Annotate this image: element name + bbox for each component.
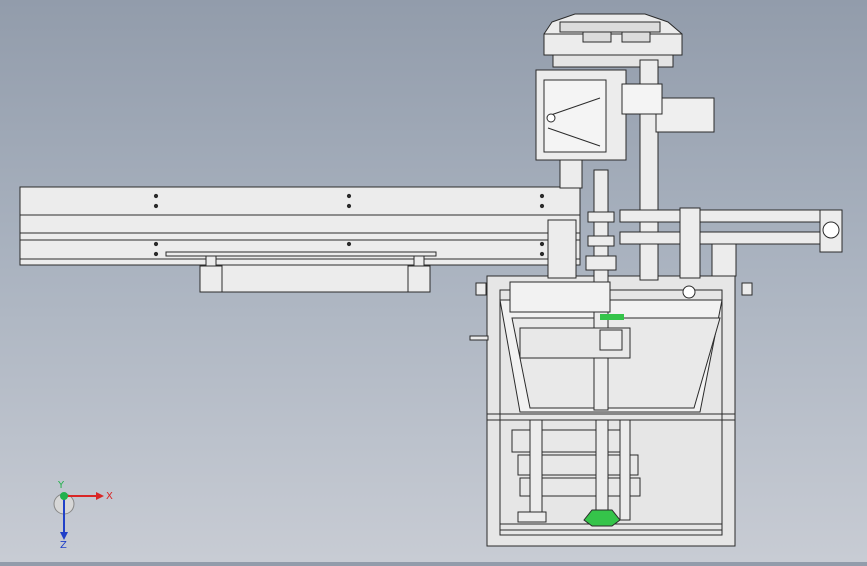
y-axis-dot [60,492,68,500]
coordinate-triad: X Y Z [40,478,120,551]
z-axis-label: Z [60,540,67,548]
x-axis-label: X [106,491,113,502]
cad-viewport[interactable]: X Y Z [0,0,867,562]
y-axis-label: Y [57,480,65,491]
conveyor-rail[interactable] [19,186,581,266]
machine-assembly[interactable] [19,13,843,547]
